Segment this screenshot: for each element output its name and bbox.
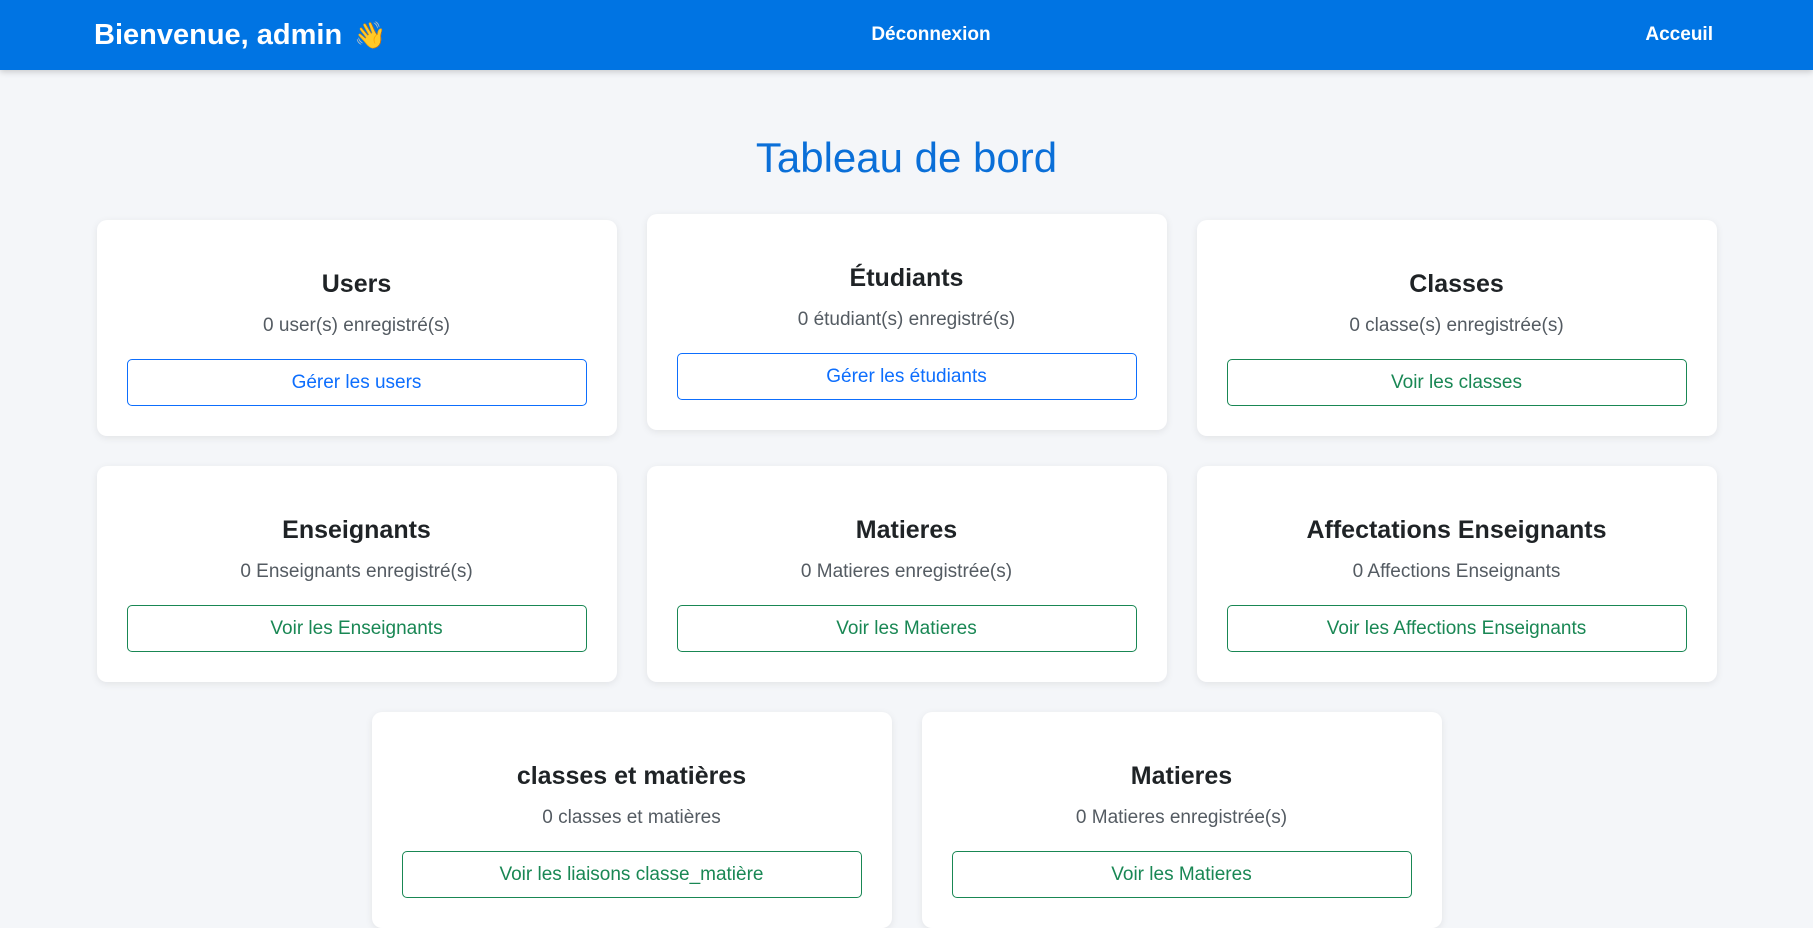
card-title: Classes bbox=[1409, 270, 1504, 298]
card-title: Enseignants bbox=[282, 516, 431, 544]
card-title: classes et matières bbox=[516, 762, 747, 790]
card-count: 0 Matieres enregistrée(s) bbox=[800, 561, 1013, 582]
dashboard-grid: Users 0 user(s) enregistré(s) Gérer les … bbox=[96, 214, 1717, 682]
view-subjects-button[interactable]: Voir les Matieres bbox=[676, 605, 1137, 652]
dashboard-row-3: classes et matières 0 classes et matière… bbox=[0, 712, 1813, 928]
card-subjects: Matieres 0 Matieres enregistrée(s) Voir … bbox=[646, 466, 1167, 682]
view-classes-button[interactable]: Voir les classes bbox=[1226, 359, 1687, 406]
view-teachers-button[interactable]: Voir les Enseignants bbox=[126, 605, 587, 652]
card-count: 0 user(s) enregistré(s) bbox=[263, 315, 450, 336]
welcome-text: Bienvenue, admin bbox=[94, 18, 343, 51]
home-link[interactable]: Acceuil bbox=[1645, 24, 1713, 46]
view-assignments-button[interactable]: Voir les Affections Enseignants bbox=[1226, 605, 1687, 652]
card-count: 0 classes et matières bbox=[542, 807, 721, 828]
card-title: Étudiants bbox=[849, 264, 964, 292]
card-students: Étudiants 0 étudiant(s) enregistré(s) Gé… bbox=[646, 214, 1167, 430]
card-title: Users bbox=[321, 270, 392, 298]
waving-hand-icon: 👋 bbox=[354, 19, 387, 50]
manage-users-button[interactable]: Gérer les users bbox=[126, 359, 587, 406]
card-count: 0 Enseignants enregistré(s) bbox=[240, 561, 473, 582]
card-title: Affectations Enseignants bbox=[1306, 516, 1607, 544]
card-title: Matieres bbox=[855, 516, 958, 544]
card-count: 0 classe(s) enregistrée(s) bbox=[1349, 315, 1564, 336]
welcome-brand: Bienvenue, admin 👋 bbox=[94, 19, 387, 52]
page-title: Tableau de bord bbox=[755, 134, 1058, 181]
card-teacher-assignments: Affectations Enseignants 0 Affections En… bbox=[1196, 466, 1717, 682]
card-count: 0 étudiant(s) enregistré(s) bbox=[797, 309, 1016, 330]
view-class-subject-links-button[interactable]: Voir les liaisons classe_matière bbox=[401, 851, 862, 898]
card-title: Matieres bbox=[1130, 762, 1233, 790]
card-classes: Classes 0 classe(s) enregistrée(s) Voir … bbox=[1196, 220, 1717, 436]
card-subjects-2: Matieres 0 Matieres enregistrée(s) Voir … bbox=[921, 712, 1442, 928]
card-count: 0 Matieres enregistrée(s) bbox=[1075, 807, 1288, 828]
top-navbar: Bienvenue, admin 👋 Déconnexion Acceuil bbox=[0, 0, 1813, 70]
card-users: Users 0 user(s) enregistré(s) Gérer les … bbox=[96, 220, 617, 436]
card-class-subjects: classes et matières 0 classes et matière… bbox=[371, 712, 892, 928]
manage-students-button[interactable]: Gérer les étudiants bbox=[676, 353, 1137, 400]
card-teachers: Enseignants 0 Enseignants enregistré(s) … bbox=[96, 466, 617, 682]
view-subjects-button-2[interactable]: Voir les Matieres bbox=[951, 851, 1412, 898]
card-count: 0 Affections Enseignants bbox=[1352, 561, 1561, 582]
logout-link[interactable]: Déconnexion bbox=[871, 24, 990, 46]
